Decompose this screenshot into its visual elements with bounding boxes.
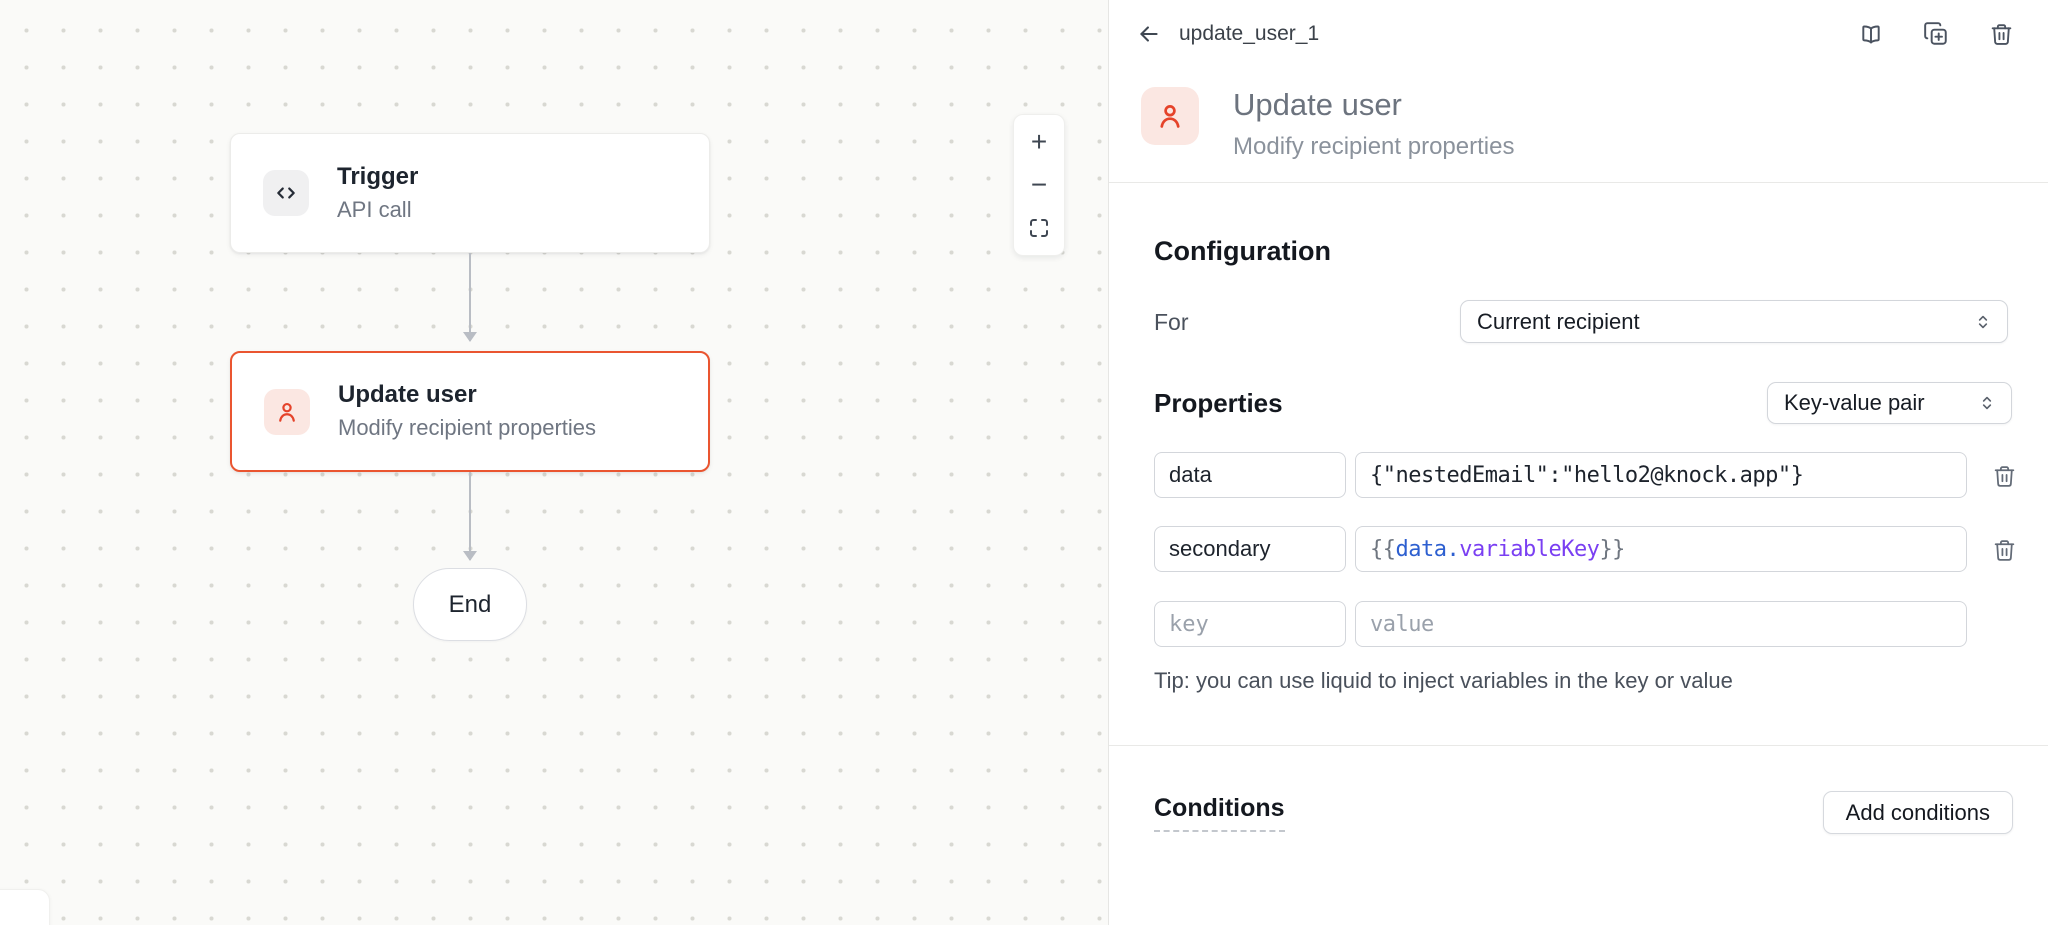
node-update-user-subtitle: Modify recipient properties (338, 415, 596, 441)
liquid-close-braces: }} (1599, 537, 1625, 562)
add-conditions-button[interactable]: Add conditions (1823, 791, 2013, 834)
arrowhead-icon (463, 551, 477, 561)
back-button[interactable] (1131, 16, 1167, 52)
book-open-icon (1858, 21, 1884, 47)
liquid-tip-text: Tip: you can use liquid to inject variab… (1154, 668, 1733, 694)
kv-row (1154, 601, 2013, 647)
kv-row (1154, 452, 2013, 498)
node-end-label: End (449, 591, 492, 619)
remove-row-button[interactable] (1989, 535, 2019, 565)
for-label: For (1154, 309, 1189, 336)
liquid-open-braces: {{ (1370, 537, 1396, 562)
step-description: Modify recipient properties (1233, 133, 1514, 162)
node-trigger-title: Trigger (337, 163, 418, 192)
fit-view-button[interactable] (1021, 211, 1057, 245)
node-trigger[interactable]: Trigger API call (230, 133, 710, 253)
docs-button[interactable] (1857, 20, 1885, 48)
configuration-heading: Configuration (1154, 236, 1331, 267)
arrowhead-icon (463, 332, 477, 342)
remove-row-button[interactable] (1989, 461, 2019, 491)
plus-icon: + (1031, 126, 1047, 158)
zoom-toolbar: + − (1013, 114, 1065, 256)
chevron-up-down-icon (1977, 393, 1997, 413)
kv-value-input[interactable] (1355, 601, 1967, 647)
connector-update-end (469, 472, 471, 560)
trash-icon (1989, 22, 2014, 47)
duplicate-button[interactable] (1922, 20, 1950, 48)
person-icon (1141, 87, 1199, 145)
conditions-heading: Conditions (1154, 794, 1285, 832)
properties-type-value: Key-value pair (1784, 390, 1977, 416)
workflow-canvas[interactable]: Trigger API call Update user Modify reci… (0, 0, 1108, 925)
node-update-user[interactable]: Update user Modify recipient properties (230, 351, 710, 472)
canvas-corner-card (0, 889, 50, 925)
step-name[interactable]: Update user (1233, 87, 1514, 123)
chevron-up-down-icon (1973, 312, 1993, 332)
kv-value-input[interactable]: {{data.variableKey}} (1355, 526, 1967, 572)
for-select[interactable]: Current recipient (1460, 300, 2008, 343)
panel-header: update_user_1 (1109, 0, 2048, 68)
step-key-title: update_user_1 (1179, 22, 1319, 46)
zoom-in-button[interactable]: + (1021, 125, 1057, 159)
kv-key-input[interactable] (1154, 526, 1346, 572)
kv-row: {{data.variableKey}} (1154, 526, 2013, 572)
workflow-editor: Trigger API call Update user Modify reci… (0, 0, 2048, 925)
node-trigger-text: Trigger API call (337, 163, 418, 223)
zoom-out-button[interactable]: − (1021, 168, 1057, 202)
trash-icon (1992, 464, 2017, 489)
node-end[interactable]: End (413, 568, 527, 641)
liquid-object: data. (1396, 537, 1460, 562)
node-update-user-text: Update user Modify recipient properties (338, 381, 596, 441)
header-actions (1857, 20, 2015, 48)
node-update-user-title: Update user (338, 381, 596, 410)
arrow-left-icon (1136, 21, 1162, 47)
code-icon (263, 170, 309, 216)
header-divider (1109, 182, 2048, 183)
fit-view-icon (1027, 216, 1051, 240)
kv-value-input[interactable] (1355, 452, 1967, 498)
step-title-block: Update user Modify recipient properties (1141, 87, 1514, 161)
step-config-panel: update_user_1 (1108, 0, 2048, 925)
section-divider (1109, 745, 2048, 746)
delete-step-button[interactable] (1987, 20, 2015, 48)
duplicate-icon (1923, 21, 1949, 47)
step-title-text: Update user Modify recipient properties (1233, 87, 1514, 161)
liquid-property: variableKey (1459, 537, 1599, 562)
person-icon (264, 389, 310, 435)
minus-icon: − (1031, 169, 1047, 201)
kv-key-input[interactable] (1154, 601, 1346, 647)
connector-trigger-update (469, 253, 471, 341)
node-trigger-subtitle: API call (337, 197, 418, 223)
kv-key-input[interactable] (1154, 452, 1346, 498)
trash-icon (1992, 538, 2017, 563)
properties-type-select[interactable]: Key-value pair (1767, 382, 2012, 424)
properties-heading: Properties (1154, 388, 1283, 419)
for-select-value: Current recipient (1477, 309, 1973, 335)
